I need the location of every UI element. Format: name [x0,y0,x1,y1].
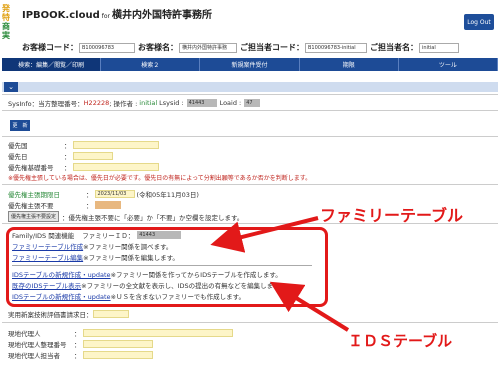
family-table-callout: ファミリーテーブル [320,206,464,225]
ids-table-callout: ＩＤＳテーブル [348,332,453,350]
family-arrow [210,216,319,253]
callout-arrows [210,216,350,332]
ids-arrow [269,281,350,332]
